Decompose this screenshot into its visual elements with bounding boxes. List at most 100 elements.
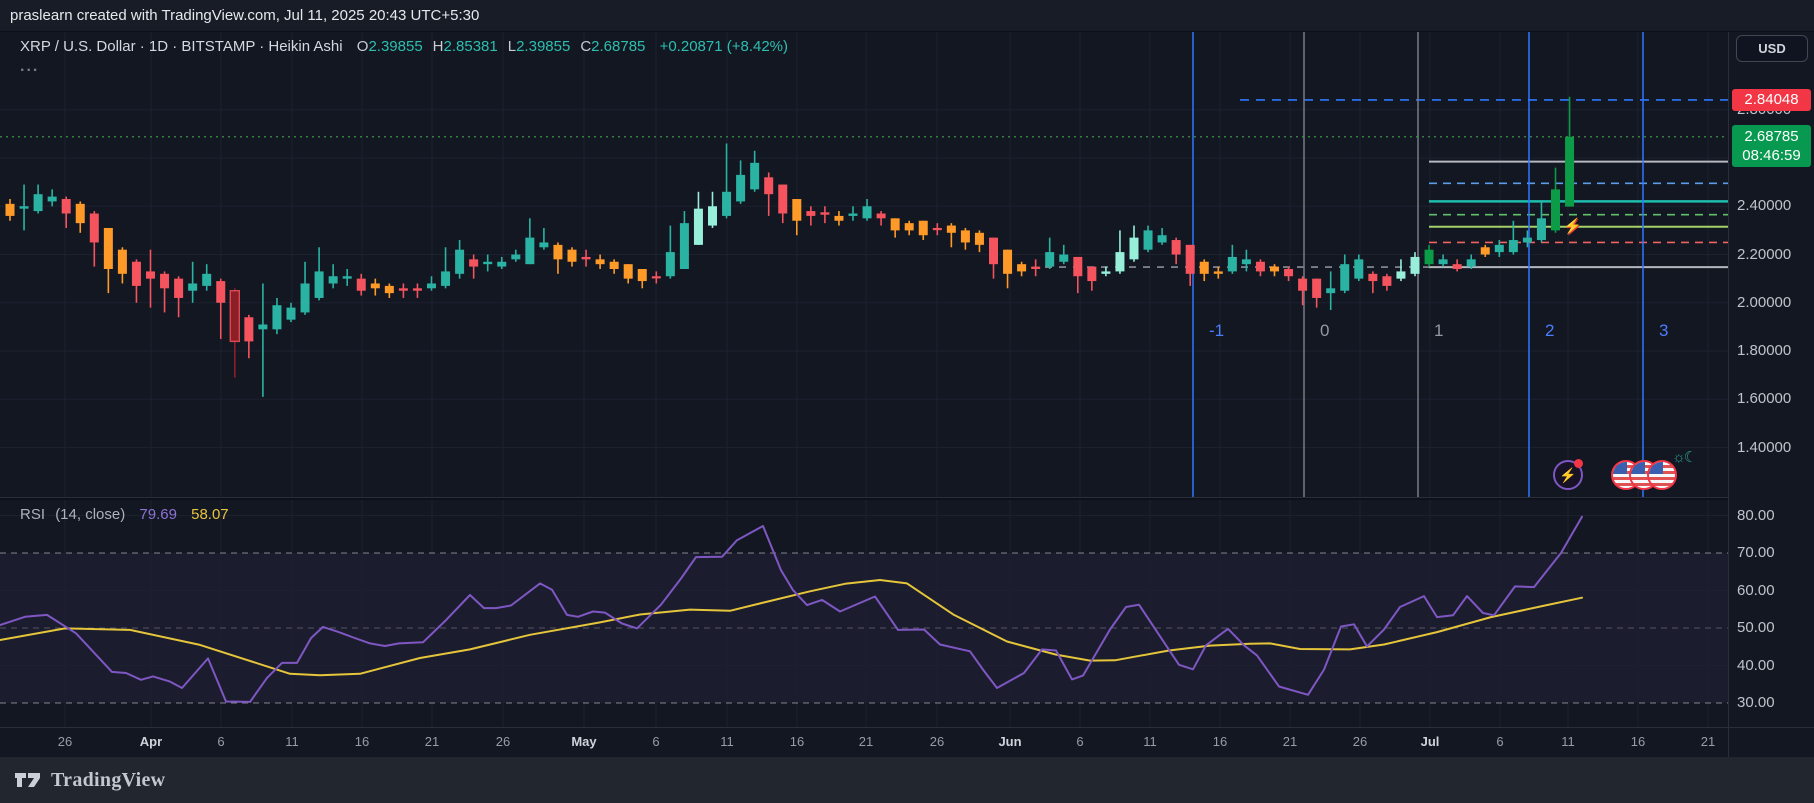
candle-body xyxy=(1045,252,1054,266)
candle-body xyxy=(1396,271,1405,278)
marker-label: -1 xyxy=(1209,321,1224,340)
rsi-scale-label: 50.00 xyxy=(1737,619,1775,637)
candle-body xyxy=(792,199,801,221)
candle-body xyxy=(62,199,71,213)
time-tick-label: 26 xyxy=(45,734,85,749)
time-tick-label: Jun xyxy=(990,734,1030,749)
price-axis[interactable]: USD 2.84048 2.68785 08:46:59 2.800002.40… xyxy=(1728,32,1814,727)
candle-body xyxy=(736,175,745,202)
candle-body xyxy=(1228,257,1237,271)
candle-body xyxy=(441,271,450,285)
candle-body xyxy=(1200,262,1209,274)
price-alert-bolt-icon[interactable]: ⚡ xyxy=(1563,217,1582,235)
candle-body xyxy=(1242,259,1251,264)
candle-body xyxy=(975,233,984,245)
candle-body xyxy=(469,259,478,266)
ohlc-value: 2.85381 xyxy=(444,38,498,55)
candle-body xyxy=(539,242,548,247)
time-tick-label: 26 xyxy=(1340,734,1380,749)
time-tick-label: 11 xyxy=(1130,734,1170,749)
chart-plot-area[interactable]: -10123 XRP / U.S. Dollar · 1D · BITSTAMP… xyxy=(0,32,1728,727)
candle-body xyxy=(1130,238,1139,260)
attribution-text: praslearn created with TradingView.com, … xyxy=(10,7,479,24)
main-chart-svg[interactable]: -10123 xyxy=(0,32,1728,497)
time-tick-label: Apr xyxy=(131,734,171,749)
candle-body xyxy=(1312,279,1321,298)
candle-body xyxy=(357,279,366,291)
candle-body xyxy=(834,216,843,221)
candle-body xyxy=(610,262,619,269)
time-axis[interactable]: 26Apr611162126May611162126Jun611162126Ju… xyxy=(0,727,1814,757)
rsi-label: RSI xyxy=(20,506,45,523)
candle-body xyxy=(1101,271,1110,273)
candle-body xyxy=(961,230,970,242)
time-tick-label: 6 xyxy=(201,734,241,749)
candle-body xyxy=(1453,264,1462,269)
candle-body xyxy=(1340,264,1349,291)
rsi-scale-label: 40.00 xyxy=(1737,657,1775,675)
candle-body xyxy=(568,250,577,262)
candle-body xyxy=(315,271,324,298)
rsi-legend[interactable]: RSI (14, close) 79.69 58.07 xyxy=(20,506,229,523)
ohlc-key: H xyxy=(433,38,444,55)
candle-body xyxy=(666,252,675,276)
candle-body xyxy=(708,206,717,225)
candle-body xyxy=(202,274,211,286)
candle-body xyxy=(1537,218,1546,240)
time-tick-label: 16 xyxy=(342,734,382,749)
time-tick-label: 26 xyxy=(483,734,523,749)
candle-body xyxy=(582,257,591,259)
candle-body xyxy=(20,206,29,208)
footer-bar: TradingView xyxy=(0,757,1814,803)
ohlc-key: O xyxy=(357,38,369,55)
candle-body xyxy=(1158,235,1167,242)
symbol-legend[interactable]: XRP / U.S. Dollar · 1D · BITSTAMP · Heik… xyxy=(20,38,788,55)
candle-body xyxy=(1073,257,1082,276)
candle-body xyxy=(764,177,773,194)
candle-body xyxy=(343,276,352,278)
marker-label: 2 xyxy=(1545,321,1554,340)
time-tick-label: May xyxy=(564,734,604,749)
candle-body xyxy=(1256,262,1265,272)
candle-body xyxy=(849,213,858,215)
candle-body xyxy=(244,317,253,341)
notification-dot xyxy=(1574,459,1583,468)
marker-label: 1 xyxy=(1434,321,1443,340)
candle-body xyxy=(427,283,436,288)
candle-body xyxy=(174,279,183,298)
tradingview-wordmark[interactable]: TradingView xyxy=(51,769,165,792)
time-tick-label: 16 xyxy=(777,734,817,749)
axis-corner-separator xyxy=(1728,728,1729,757)
candle-body xyxy=(947,226,956,233)
ohlc-value: 2.68785 xyxy=(591,38,645,55)
candle-body xyxy=(989,238,998,265)
candle-body xyxy=(483,262,492,264)
candle-body xyxy=(455,250,464,274)
time-tick-label: 6 xyxy=(1480,734,1520,749)
price-scale-label: 1.60000 xyxy=(1737,390,1791,408)
tradingview-logo-icon[interactable] xyxy=(14,768,41,792)
candle-body xyxy=(1326,288,1335,293)
candle-body xyxy=(638,269,647,281)
candle-body xyxy=(511,255,520,260)
candle-body xyxy=(1115,252,1124,271)
candle-body xyxy=(933,228,942,230)
alert-price-label[interactable]: 2.84048 xyxy=(1732,89,1811,111)
bar-countdown: 08:46:59 xyxy=(1732,146,1811,165)
price-scale-label: 1.80000 xyxy=(1737,342,1791,360)
candle-body xyxy=(301,283,310,312)
rsi-svg[interactable] xyxy=(0,500,1728,727)
candle-body xyxy=(258,324,267,329)
candle-body xyxy=(1059,255,1068,262)
time-tick-label: 11 xyxy=(1548,734,1588,749)
events-lightning-icon[interactable]: ⚡ xyxy=(1553,460,1583,490)
currency-button[interactable]: USD xyxy=(1736,35,1808,62)
candle-body xyxy=(919,221,928,235)
marker-label: 0 xyxy=(1320,321,1329,340)
candle-body xyxy=(1382,276,1391,286)
sun-moon-icon[interactable]: ☼☾ xyxy=(1672,448,1695,466)
candle-body xyxy=(6,204,15,216)
candle-body xyxy=(329,276,338,283)
last-price-label[interactable]: 2.68785 08:46:59 xyxy=(1732,125,1811,167)
legend-more-button[interactable]: ... xyxy=(20,58,39,76)
